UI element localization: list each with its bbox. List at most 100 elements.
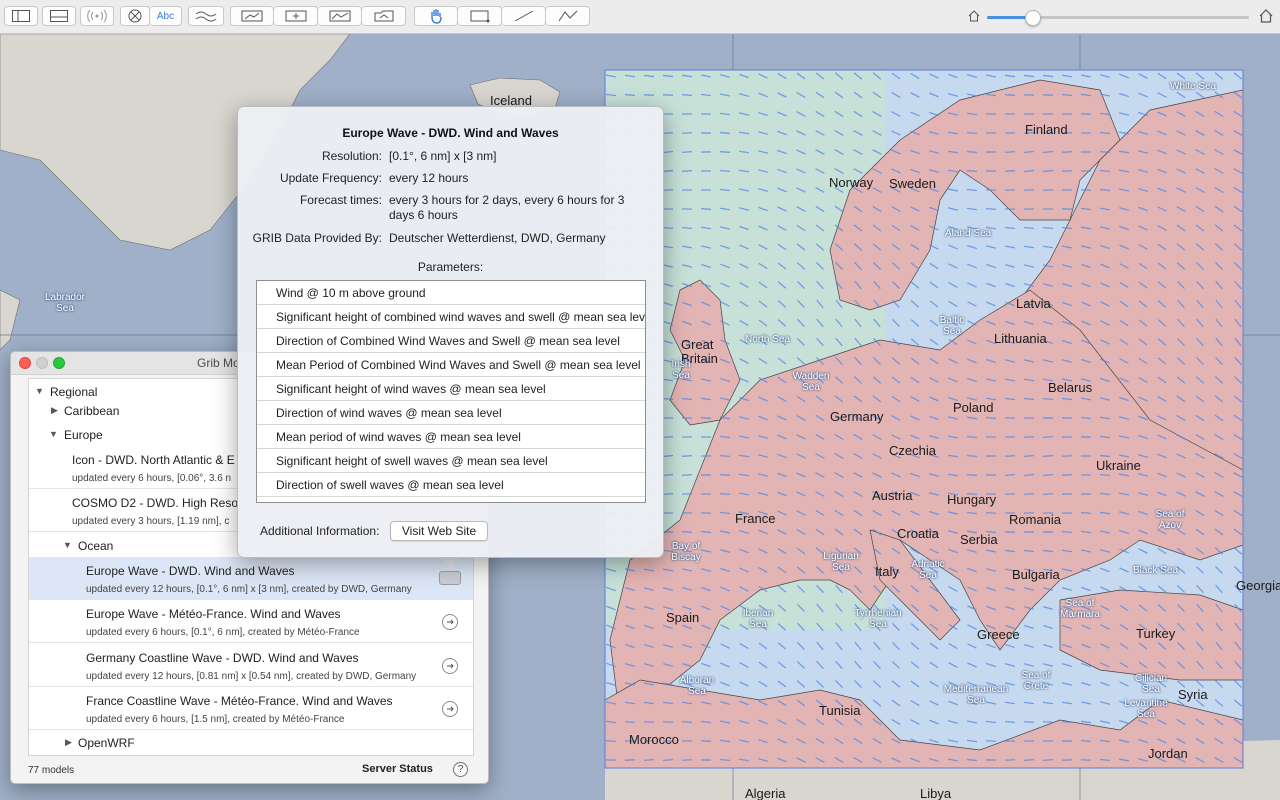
model-name: Europe Wave - DWD. Wind and Waves — [86, 564, 295, 578]
line-tool-button[interactable] — [502, 6, 546, 26]
wind-arrow — [700, 740, 712, 742]
wind-arrow — [966, 151, 978, 153]
label-syria: Syria — [1178, 687, 1208, 702]
zoom-slider-knob[interactable] — [1024, 10, 1041, 26]
parameter-row: Direction of wind waves @ mean sea level — [257, 401, 645, 425]
wind-arrow — [643, 759, 655, 761]
close-window-button[interactable] — [19, 357, 31, 369]
graph-button[interactable] — [318, 6, 362, 26]
pan-tool-button[interactable] — [414, 6, 458, 26]
add-waypoint-button[interactable] — [274, 6, 318, 26]
label-greece: Greece — [977, 627, 1020, 642]
wind-arrow — [719, 170, 731, 172]
label-ukraine: Ukraine — [1096, 458, 1141, 473]
sea-adriatic-sea: Adriatic Sea — [911, 559, 945, 581]
zoom-window-button[interactable] — [53, 357, 65, 369]
label-croatia: Croatia — [897, 526, 939, 541]
wind-arrow — [1023, 492, 1035, 496]
polyline-tool-button[interactable] — [546, 6, 590, 26]
wind-arrow — [966, 455, 978, 457]
parameters-header: Parameters: — [417, 260, 484, 274]
model-info-popover: Europe Wave - DWD. Wind and Waves Resolu… — [237, 106, 664, 558]
clear-button[interactable] — [120, 6, 150, 26]
minimize-window-button[interactable] — [36, 357, 48, 369]
wind-arrow — [1061, 151, 1073, 153]
label-bulgaria: Bulgaria — [1012, 567, 1060, 582]
help-button[interactable]: ? — [453, 762, 468, 777]
label-france: France — [735, 511, 776, 526]
add-icon — [285, 10, 306, 22]
home-icon-small[interactable] — [967, 9, 981, 23]
isobars-button[interactable] — [188, 6, 224, 26]
visit-web-site-button[interactable]: Visit Web Site — [390, 521, 488, 541]
wind-arrow — [1061, 474, 1073, 476]
wind-arrow — [624, 720, 636, 724]
window-title: Grib Mo — [197, 356, 240, 370]
wind-arrow — [681, 531, 693, 533]
disclosure-triangle-collapsed-icon[interactable]: ▶ — [51, 405, 58, 416]
wind-arrow — [1080, 740, 1092, 742]
wind-arrow — [966, 758, 978, 762]
folder-button[interactable] — [362, 6, 406, 26]
model-info-button[interactable] — [442, 614, 458, 630]
wind-arrow — [662, 454, 674, 458]
wireless-button[interactable] — [80, 6, 114, 26]
wind-arrow — [662, 397, 674, 401]
wind-arrow — [681, 720, 693, 724]
rectangle-tool-button[interactable] — [458, 6, 502, 26]
wind-arrow — [719, 474, 731, 476]
grib-area — [605, 70, 1243, 768]
wind-arrow — [719, 492, 731, 496]
wind-arrow — [966, 474, 978, 476]
home-icon-large[interactable] — [1259, 9, 1273, 23]
sea-sea-of-crete: Sea of Crete — [1021, 670, 1051, 692]
forecast-times-label: Forecast times: — [299, 193, 382, 207]
model-info-button[interactable] — [439, 571, 461, 585]
wind-arrow — [700, 512, 712, 514]
parameter-row: Mean Period of Combined Wind Waves and S… — [257, 353, 645, 377]
model-row[interactable]: France Coastline Wave - Météo-France. Wi… — [29, 687, 473, 730]
wind-arrow — [1042, 226, 1054, 230]
label-georgia: Georgia — [1236, 578, 1280, 593]
wind-arrow — [719, 758, 731, 762]
label-austria: Austria — [872, 488, 913, 503]
parameters-table[interactable]: Wind @ 10 m above ground Significant hei… — [256, 280, 646, 503]
wind-arrow — [1023, 758, 1035, 762]
model-row-selected[interactable]: Europe Wave - DWD. Wind and Waves update… — [29, 557, 473, 600]
sea-sea-of-marmara: Sea of Marmara — [1059, 598, 1100, 620]
route-icon — [241, 10, 263, 22]
disclosure-triangle-expanded-icon[interactable]: ▼ — [63, 540, 72, 550]
wind-arrow — [700, 207, 712, 211]
route-button[interactable] — [230, 6, 274, 26]
wind-arrow — [662, 758, 674, 762]
polyline-icon — [558, 10, 577, 22]
sea-bay-of-biscay: Bay of Biscay — [671, 541, 701, 563]
disclosure-triangle-expanded-icon[interactable]: ▼ — [49, 429, 58, 439]
wind-arrow — [1023, 189, 1035, 191]
wind-arrow — [662, 189, 674, 191]
wind-arrow — [1099, 150, 1111, 154]
model-row[interactable]: Europe Wave - Météo-France. Wind and Wav… — [29, 600, 473, 643]
text-labels-button[interactable]: Abc — [150, 6, 182, 26]
sea-sea-of-azov: Sea of Azov — [1155, 509, 1185, 531]
server-status-button[interactable]: Server Status — [362, 763, 433, 775]
wind-arrow — [1042, 454, 1054, 458]
disclosure-triangle-collapsed-icon[interactable]: ▶ — [65, 737, 72, 748]
parameter-row: Significant height of wind waves @ mean … — [257, 377, 645, 401]
model-info-button[interactable] — [442, 701, 458, 717]
update-frequency-value: every 12 hours — [389, 171, 469, 185]
disclosure-triangle-expanded-icon[interactable]: ▼ — [35, 386, 44, 396]
sea-iberian-sea: Iberian Sea — [742, 608, 774, 630]
model-info-button[interactable] — [442, 658, 458, 674]
parameter-row: Direction of Combined Wind Waves and Swe… — [257, 329, 645, 353]
model-row[interactable]: Germany Coastline Wave - DWD. Wind and W… — [29, 644, 473, 687]
wind-arrow — [1004, 170, 1016, 172]
sidebar-toggle-button[interactable] — [4, 6, 38, 26]
wind-arrow — [1042, 397, 1054, 401]
arrow-right-icon — [447, 619, 454, 625]
label-hungary: Hungary — [947, 492, 997, 507]
arrow-right-icon — [447, 663, 454, 669]
bottom-panel-toggle-button[interactable] — [42, 6, 76, 26]
wind-arrow — [985, 740, 997, 742]
wind-arrow — [1004, 474, 1016, 476]
